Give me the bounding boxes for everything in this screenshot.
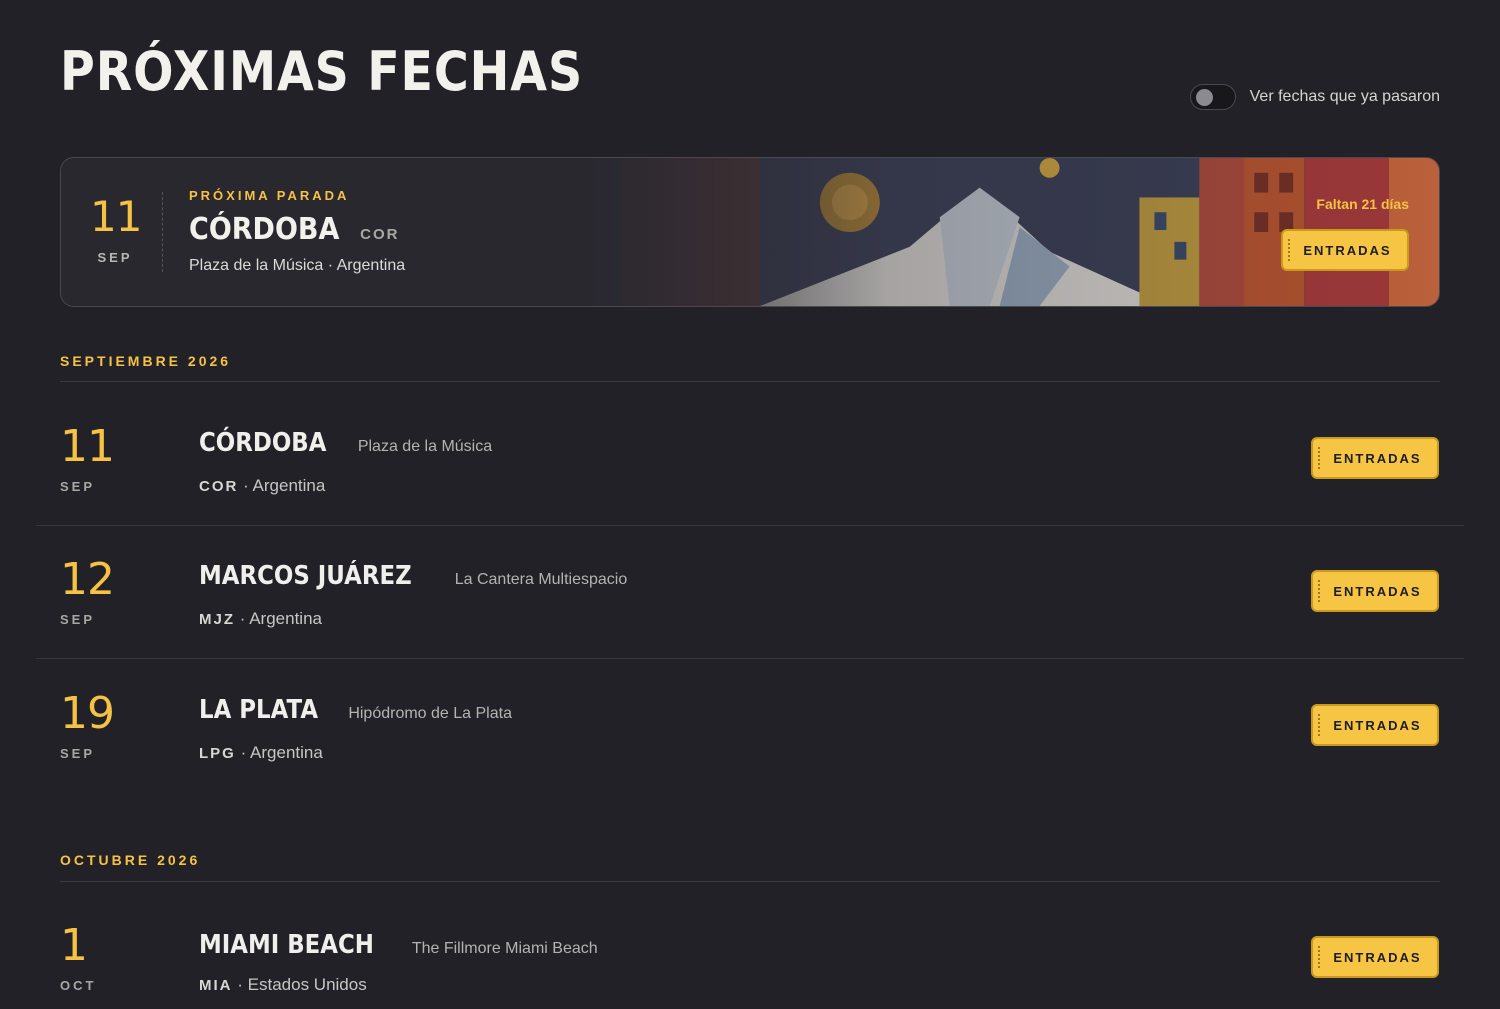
event-country: Estados Unidos (247, 975, 367, 994)
separator: · (237, 975, 243, 994)
hero-city-code: COR (360, 226, 400, 243)
tickets-button-label: ENTRADAS (1333, 717, 1422, 733)
event-city: MIAMI BEACH (199, 930, 374, 960)
month-divider (60, 381, 1440, 382)
event-country: Argentina (249, 609, 322, 628)
event-city: MARCOS JUÁREZ (199, 561, 412, 591)
hero-city: CÓRDOBA (189, 212, 340, 247)
event-city-code: MJZ (199, 611, 235, 628)
past-dates-toggle-label[interactable]: Ver fechas que ya pasaron (1250, 88, 1440, 106)
hero-venue: Plaza de la Música · Argentina (189, 257, 406, 274)
event-day: 19 (60, 688, 115, 739)
ticket-perforation-icon (1318, 714, 1323, 736)
ticket-perforation-icon (1318, 447, 1323, 469)
event-city: CÓRDOBA (199, 428, 327, 458)
event-title-row: MIAMI BEACH The Fillmore Miami Beach (199, 930, 598, 960)
separator: · (240, 743, 247, 762)
hero-title-row: CÓRDOBA COR (189, 212, 399, 247)
event-city-code: LPG (199, 745, 236, 762)
event-day: 12 (60, 554, 115, 605)
hero-countdown: Faltan 21 días (1316, 196, 1409, 212)
month-header-october: OCTUBRE 2026 (60, 852, 201, 868)
event-city: LA PLATA (199, 695, 319, 725)
past-dates-toggle-group[interactable]: Ver fechas que ya pasaron (1189, 84, 1440, 110)
page-title: PRÓXIMAS FECHAS (60, 40, 584, 103)
row-divider (36, 658, 1464, 659)
past-dates-toggle[interactable] (1189, 84, 1236, 110)
tickets-button-label: ENTRADAS (1333, 450, 1422, 466)
month-header-september: SEPTIEMBRE 2026 (60, 353, 232, 369)
hero-divider (162, 192, 164, 272)
toggle-knob (1195, 89, 1213, 106)
ticket-perforation-icon (1288, 239, 1293, 261)
hero-kicker: PRÓXIMA PARADA (189, 188, 350, 203)
separator: · (243, 476, 249, 495)
month-divider (60, 881, 1440, 882)
event-country: Argentina (252, 476, 326, 495)
hero-month: SEP (97, 250, 133, 265)
event-location: LPG · Argentina (199, 743, 323, 763)
tickets-button[interactable]: ENTRADAS (1311, 936, 1439, 978)
hero-date: 11 SEP (90, 192, 142, 266)
hero-tickets-button-label: ENTRADAS (1303, 242, 1392, 258)
row-divider (36, 525, 1464, 526)
hero-tickets-button[interactable]: ENTRADAS (1281, 229, 1409, 271)
tickets-button[interactable]: ENTRADAS (1311, 570, 1439, 612)
event-location: MJZ · Argentina (199, 609, 322, 629)
tickets-button[interactable]: ENTRADAS (1311, 437, 1439, 479)
event-city-code: COR (199, 478, 239, 495)
event-location: MIA · Estados Unidos (199, 975, 367, 995)
event-title-row: LA PLATA Hipódromo de La Plata (199, 695, 512, 725)
event-title-row: MARCOS JUÁREZ La Cantera Multiespacio (199, 561, 627, 591)
event-venue: Plaza de la Música (357, 438, 493, 455)
event-location: COR · Argentina (199, 476, 325, 496)
event-country: Argentina (250, 743, 323, 762)
tickets-button-label: ENTRADAS (1333, 583, 1422, 599)
event-title-row: CÓRDOBA Plaza de la Música (199, 428, 492, 458)
event-city-code: MIA (199, 977, 233, 994)
event-venue: La Cantera Multiespacio (454, 571, 628, 588)
event-month: SEP (60, 746, 96, 761)
ticket-perforation-icon (1318, 580, 1323, 602)
event-day: 1 (60, 920, 88, 971)
event-venue: Hipódromo de La Plata (348, 705, 512, 722)
tickets-button-label: ENTRADAS (1333, 949, 1422, 965)
event-venue: The Fillmore Miami Beach (411, 940, 598, 957)
next-stop-card: 11 SEP PRÓXIMA PARADA CÓRDOBA COR Plaza … (60, 157, 1440, 307)
event-month: SEP (60, 612, 96, 627)
hero-day: 11 (90, 192, 142, 241)
separator: · (239, 609, 246, 628)
event-month: OCT (60, 978, 97, 993)
tickets-button[interactable]: ENTRADAS (1311, 704, 1439, 746)
ticket-perforation-icon (1318, 946, 1323, 968)
event-month: SEP (60, 479, 96, 494)
event-day: 11 (60, 421, 115, 472)
